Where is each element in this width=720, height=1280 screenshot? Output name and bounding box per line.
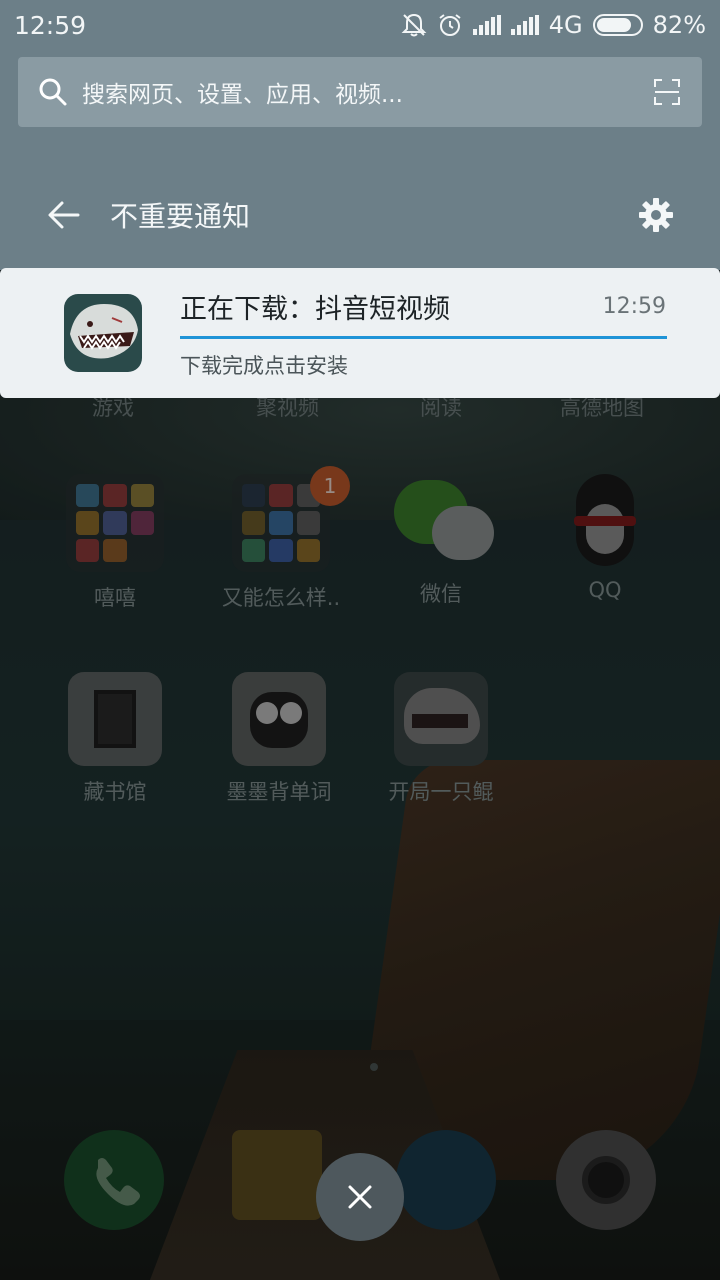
section-title: 不重要通知 <box>110 200 251 233</box>
notification-title: 正在下载：抖音短视频 <box>180 294 450 325</box>
gear-icon[interactable] <box>638 197 674 233</box>
section-header: 不重要通知 <box>0 180 720 250</box>
bell-muted-icon <box>401 13 427 37</box>
battery-percent: 82% <box>652 11 706 39</box>
close-icon <box>348 1185 372 1209</box>
search-bar[interactable]: 搜索网页、设置、应用、视频... <box>18 57 702 127</box>
download-progress-fill <box>180 336 667 339</box>
notification-time: 12:59 <box>602 294 666 319</box>
alarm-icon <box>439 14 461 36</box>
status-time: 12:59 <box>14 10 87 40</box>
signal-icon <box>472 15 501 35</box>
battery-icon <box>592 14 643 36</box>
status-bar: 12:59 4G 82% <box>0 0 720 50</box>
close-button[interactable] <box>316 1153 404 1241</box>
scan-icon[interactable] <box>652 77 682 107</box>
search-placeholder: 搜索网页、设置、应用、视频... <box>82 82 403 108</box>
signal-icon <box>510 15 539 35</box>
notification-subtitle: 下载完成点击安装 <box>180 354 348 378</box>
search-icon <box>39 78 67 106</box>
shark-app-icon <box>64 294 142 372</box>
back-arrow-icon[interactable] <box>46 197 82 233</box>
download-progress-bar <box>180 336 667 339</box>
network-type: 4G <box>548 11 583 39</box>
